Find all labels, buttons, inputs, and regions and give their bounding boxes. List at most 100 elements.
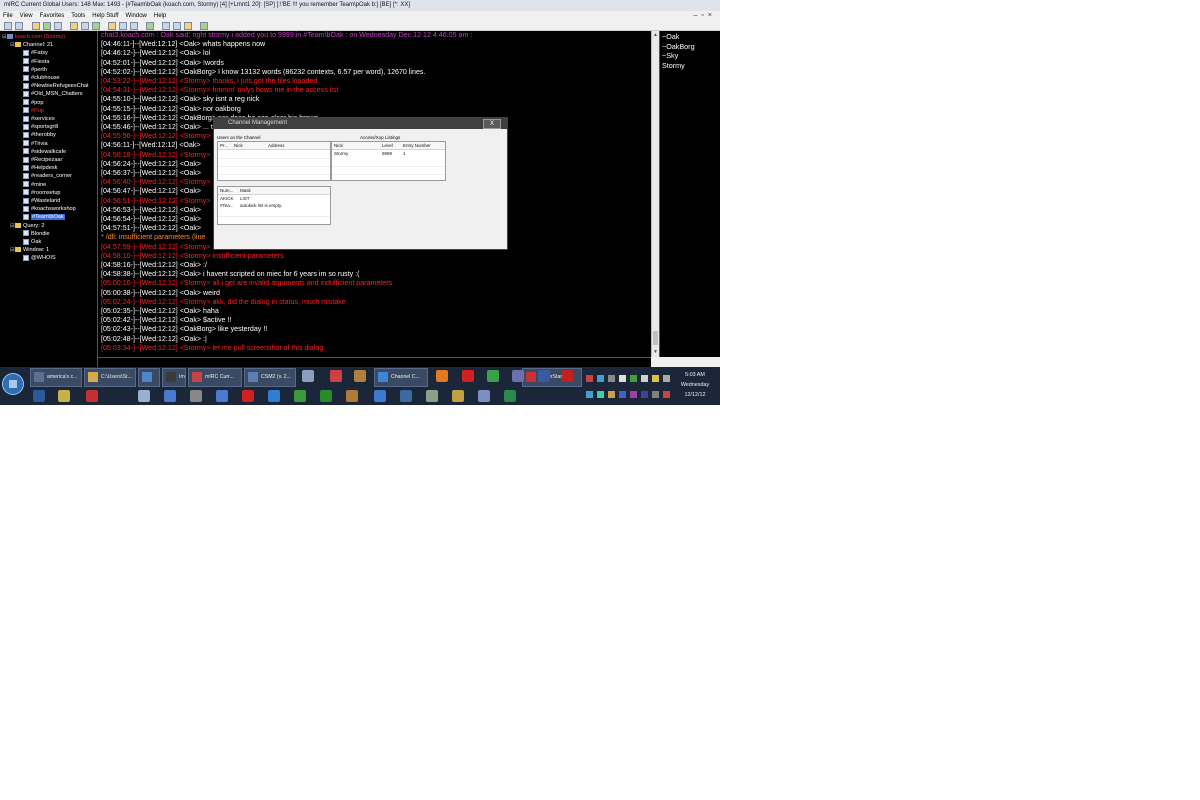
tree-item[interactable]: @WHOIS xyxy=(18,254,56,262)
tool-icon[interactable] xyxy=(33,390,45,402)
tray-icon-10[interactable] xyxy=(608,391,615,398)
options-icon[interactable] xyxy=(15,22,23,30)
taskbar-button[interactable]: C:\Users\St... xyxy=(84,368,136,387)
akick-listview[interactable]: Num... Mask AKICK LIST #Tea... autokick … xyxy=(217,186,331,225)
tree-item[interactable]: ⊟ Channel: 21 xyxy=(10,41,53,49)
tray-icon-6[interactable] xyxy=(641,375,648,382)
tray-icon-2[interactable] xyxy=(597,375,604,382)
nick-item[interactable]: ~Oak xyxy=(662,32,679,41)
swiss-icon[interactable] xyxy=(242,390,254,402)
tray-icon-11[interactable] xyxy=(619,391,626,398)
menu-view[interactable]: View xyxy=(20,13,33,19)
tray-icon-12[interactable] xyxy=(630,391,637,398)
scripts-icon[interactable] xyxy=(54,22,62,30)
tree-item[interactable]: #Helpdesk xyxy=(18,164,57,172)
tree-item[interactable]: #mine xyxy=(18,181,46,189)
menu-help-stuff[interactable]: Help Stuff xyxy=(92,13,118,19)
tree-item[interactable]: #Wasteland xyxy=(18,197,60,205)
tree-item[interactable]: ⊟ koach.com (Stormy) xyxy=(2,33,65,41)
connect-icon[interactable] xyxy=(4,22,12,30)
menu-file[interactable]: File xyxy=(3,13,13,19)
arrange-icon[interactable] xyxy=(184,22,192,30)
excel-icon[interactable] xyxy=(504,390,516,402)
tray-icon-5[interactable] xyxy=(630,375,637,382)
menu-favorites[interactable]: Favorites xyxy=(40,13,65,19)
tray-icon-14[interactable] xyxy=(652,391,659,398)
tray-icon-1[interactable] xyxy=(586,375,593,382)
app-icon[interactable] xyxy=(512,370,524,382)
log-icon[interactable] xyxy=(119,22,127,30)
taskbar-button[interactable]: CSM2 (v. 2... xyxy=(244,368,296,387)
tree-item[interactable]: #NewbieRefugeesChat xyxy=(18,82,89,90)
ie-icon[interactable] xyxy=(268,390,280,402)
filezilla-icon[interactable] xyxy=(86,390,98,402)
notify-icon[interactable] xyxy=(92,22,100,30)
col-access-nick[interactable]: Nick xyxy=(334,142,343,149)
taskbar-button[interactable] xyxy=(138,368,160,387)
tree-item[interactable]: #roomsetup xyxy=(18,189,61,197)
doc-icon[interactable] xyxy=(478,390,490,402)
taskbar-button[interactable]: mIRC Curr... xyxy=(188,368,242,387)
timer-icon[interactable] xyxy=(130,22,138,30)
tree-item[interactable]: #Fiesta xyxy=(18,58,49,66)
tree-item[interactable]: #therobby xyxy=(18,131,56,139)
window-icon[interactable] xyxy=(216,390,228,402)
address-book-icon[interactable] xyxy=(32,22,40,30)
nick-item[interactable]: ~OakBorg xyxy=(662,42,695,51)
close-icon[interactable]: × xyxy=(708,12,716,19)
green-app-icon[interactable] xyxy=(320,390,332,402)
menu-tools[interactable]: Tools xyxy=(71,13,85,19)
menu-help[interactable]: Help xyxy=(154,13,166,19)
tray-icon-4[interactable] xyxy=(619,375,626,382)
start-button[interactable] xyxy=(2,373,24,395)
tree-item[interactable]: #sportsgrill xyxy=(18,123,58,131)
tree-item[interactable]: #readers_corner xyxy=(18,172,72,180)
scroll-thumb[interactable] xyxy=(653,331,658,345)
tree-item[interactable]: #Fatsy xyxy=(18,49,48,57)
network-icon[interactable] xyxy=(138,390,150,402)
col-num[interactable]: Num... xyxy=(220,187,233,194)
opera-icon[interactable] xyxy=(462,370,474,382)
dialog-close-button[interactable]: X xyxy=(483,119,501,129)
chat-scrollbar[interactable]: ▲ ▼ xyxy=(651,31,659,357)
facebook-icon[interactable] xyxy=(538,370,550,382)
window-controls[interactable]: –▫× xyxy=(694,11,716,21)
tree-item[interactable]: #Recipezaar xyxy=(18,156,62,164)
urls-icon[interactable] xyxy=(108,22,116,30)
help-icon[interactable] xyxy=(200,22,208,30)
pokerstars-icon[interactable] xyxy=(330,370,342,382)
dialog-title-bar[interactable]: Channel Management xyxy=(214,118,507,129)
tray-icon-8[interactable] xyxy=(586,391,593,398)
access-listview[interactable]: Nick Level Entry Number Stormy 9999 1 xyxy=(331,141,446,181)
search-icon[interactable] xyxy=(302,370,314,382)
dcc-send-icon[interactable] xyxy=(70,22,78,30)
computer-icon[interactable] xyxy=(164,390,176,402)
tree-item[interactable]: #Trivia xyxy=(18,140,48,148)
tray-icon-9[interactable] xyxy=(597,391,604,398)
tree-item[interactable]: #Team\bOak xyxy=(18,213,65,221)
folder-icon[interactable] xyxy=(354,370,366,382)
tree-item[interactable]: #sidewalkcafe xyxy=(18,148,66,156)
key-icon[interactable] xyxy=(58,390,70,402)
col-entry-number[interactable]: Entry Number xyxy=(403,142,431,149)
nick-item[interactable]: Stormy xyxy=(662,61,685,70)
tree-item[interactable]: ⊟ Window: 1 xyxy=(10,246,49,254)
tree-item[interactable]: Oak xyxy=(18,238,41,246)
tools-icon[interactable] xyxy=(190,390,202,402)
tree-item[interactable]: #services xyxy=(18,115,55,123)
cascade-icon[interactable] xyxy=(173,22,181,30)
users-listview[interactable]: Pr... Nick Address xyxy=(217,141,331,181)
w-app-icon[interactable] xyxy=(294,390,306,402)
scroll-down-icon[interactable]: ▼ xyxy=(653,349,658,355)
earth-icon[interactable] xyxy=(400,390,412,402)
tree-item[interactable]: ⊟ Query: 2 xyxy=(10,222,44,230)
tree-item[interactable]: Blondie xyxy=(18,230,50,238)
tree-item[interactable]: #Pup xyxy=(18,107,44,115)
tree-item[interactable]: #clubhouse xyxy=(18,74,60,82)
chrome-icon[interactable] xyxy=(487,370,499,382)
dcc-chat-icon[interactable] xyxy=(81,22,89,30)
menu-window[interactable]: Window xyxy=(126,13,147,19)
tile-icon[interactable] xyxy=(162,22,170,30)
col-level[interactable]: Level xyxy=(382,142,393,149)
col-address[interactable]: Address xyxy=(268,142,285,149)
